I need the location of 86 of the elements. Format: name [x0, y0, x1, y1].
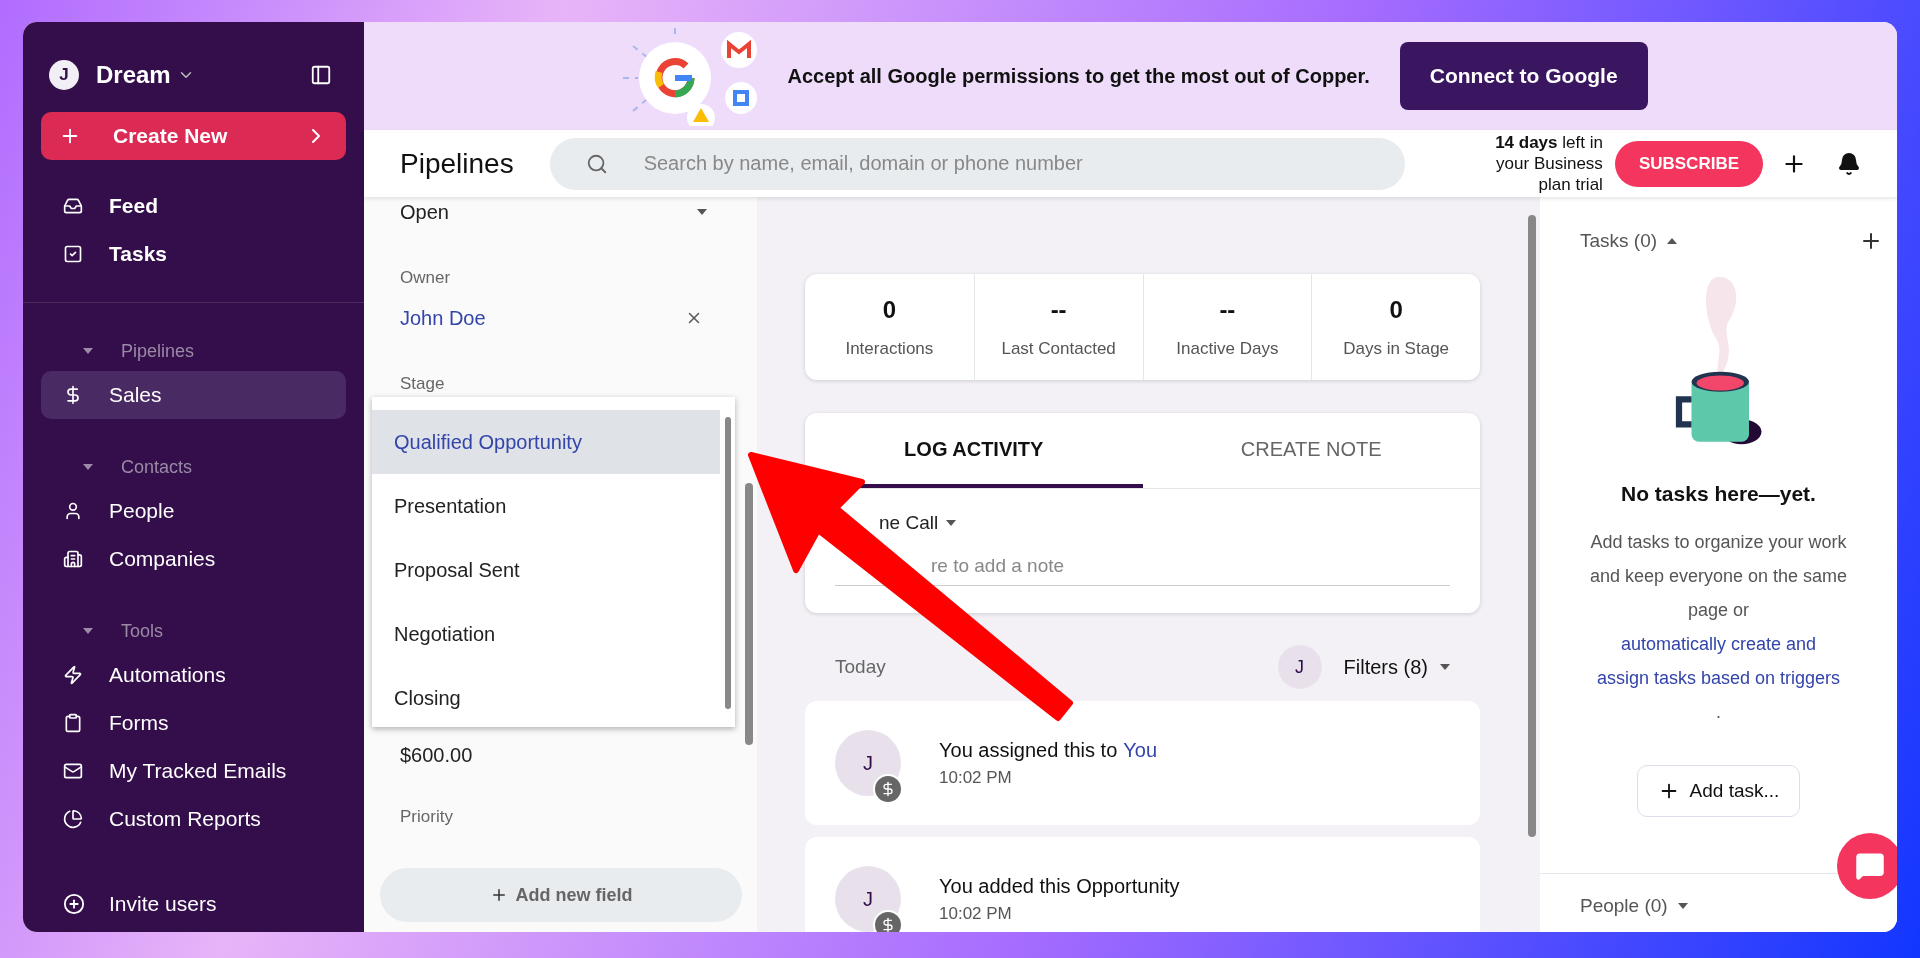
dropdown-option[interactable]: Negotiation [372, 602, 720, 666]
add-field-button[interactable]: Add new field [380, 868, 742, 922]
scrollbar-thumb[interactable] [1528, 215, 1536, 837]
add-circle-icon [63, 893, 85, 915]
stat-label: Inactive Days [1176, 338, 1279, 361]
tab[interactable]: CREATE NOTE [1142, 413, 1480, 488]
caret-icon [946, 520, 957, 527]
field-label: Stage [400, 372, 446, 395]
section-heading[interactable]: Pipelines [121, 337, 195, 365]
people-heading[interactable]: People (0) [1580, 892, 1668, 921]
scrollbar-thumb[interactable] [745, 483, 753, 745]
create-new-button[interactable]: Create New [41, 112, 346, 160]
banner-message: Accept all Google permissions to get the most out of Copper. [787, 64, 1370, 89]
caret-icon [1440, 664, 1450, 670]
stat-value: -- [1219, 295, 1236, 326]
sidebar-item[interactable]: Custom Reports [41, 795, 346, 843]
activity-time: 10:02 PM [939, 767, 1013, 790]
notification-bell-icon[interactable] [1837, 151, 1861, 176]
stat-label: Days in Stage [1343, 338, 1450, 361]
dropdown-option[interactable]: Closing [372, 666, 720, 730]
caret-icon [1677, 903, 1688, 910]
user-avatar[interactable]: J [1277, 645, 1322, 689]
scrollbar-thumb[interactable] [725, 417, 731, 709]
field-label: Priority [400, 806, 454, 828]
sidebar-item[interactable]: Companies [41, 535, 346, 583]
stat-value: -- [1050, 295, 1067, 326]
activity-time: 10:02 PM [939, 903, 1013, 926]
stat-value: 0 [1389, 295, 1403, 326]
subscribe-button[interactable]: SUBSCRIBE [1614, 140, 1763, 187]
stat-label: Last Contacted [1001, 338, 1116, 361]
stat-label: Interactions [845, 338, 934, 361]
activity-text: You added this Opportunity [939, 874, 1180, 900]
search-field[interactable]: Search by name, email, domain or phone number [549, 137, 1405, 190]
dropdown-option[interactable]: Presentation [372, 474, 720, 538]
caret-icon [83, 348, 93, 354]
person-icon [63, 501, 83, 521]
checkbox-icon [63, 244, 83, 264]
activity-text: You assigned this to [939, 738, 1118, 764]
filters-button[interactable]: Filters (8) [1343, 652, 1428, 682]
page-title: Pipelines [400, 146, 514, 181]
status-value[interactable]: Open [400, 197, 449, 227]
help-button[interactable] [1837, 833, 1897, 899]
mail-icon [63, 761, 83, 781]
building-icon [63, 549, 83, 569]
stat-value: 0 [882, 295, 897, 326]
automation-link[interactable]: automatically create and assign tasks based on triggers [1593, 627, 1844, 695]
sidebar-item[interactable]: Automations [41, 651, 346, 699]
section-heading[interactable]: Contacts [121, 453, 193, 481]
sidebar-item[interactable]: My Tracked Emails [41, 747, 346, 795]
empty-title: No tasks here—yet. [1621, 480, 1816, 507]
dropdown-option[interactable]: Qualified Opportunity [372, 410, 720, 474]
activity-type[interactable]: ne Call [879, 509, 939, 538]
tasks-heading[interactable]: Tasks (0) [1580, 227, 1658, 256]
connect-google-button[interactable]: Connect to Google [1399, 42, 1648, 110]
sidebar-item[interactable]: Feed [41, 182, 346, 230]
user-avatar: J [835, 730, 901, 796]
period-text: . [1716, 701, 1721, 724]
add-task-button[interactable]: Add task... [1636, 765, 1801, 817]
trial-notice: 14 days left in your Business plan trial [1494, 132, 1603, 195]
sidebar-item[interactable]: People [41, 487, 346, 535]
owner-link[interactable]: John Doe [400, 302, 486, 333]
sidebar-item[interactable]: Sales [41, 371, 346, 419]
pie-chart-icon [63, 809, 83, 829]
dropdown-option[interactable]: Proposal Sent [372, 538, 720, 602]
sidebar-item[interactable]: Forms [41, 699, 346, 747]
empty-description: Add tasks to organize your work and keep everyone on the same page or [1588, 531, 1849, 622]
caret-icon [83, 628, 93, 634]
user-avatar: J [835, 866, 901, 932]
caret-icon [1667, 238, 1678, 245]
workspace-name[interactable]: Dream [96, 57, 171, 93]
clipboard-icon [63, 713, 83, 733]
sidebar-toggle-icon[interactable] [310, 64, 332, 86]
field-label: Owner [400, 267, 452, 289]
field-value: $600.00 [400, 743, 474, 768]
sidebar-item[interactable]: Tasks [41, 230, 346, 278]
section-heading[interactable]: Tools [121, 617, 164, 645]
inbox-icon [63, 196, 83, 216]
caret-icon [697, 209, 707, 215]
workspace-avatar[interactable]: J [49, 60, 79, 90]
lightning-icon [63, 665, 83, 685]
sidebar-item[interactable]: Invite users [41, 880, 346, 928]
user-link[interactable]: You [1123, 735, 1158, 766]
search-icon [585, 152, 608, 175]
caret-icon [83, 464, 93, 470]
date-heading: Today [835, 654, 886, 679]
help-chat-icon [1855, 851, 1885, 881]
